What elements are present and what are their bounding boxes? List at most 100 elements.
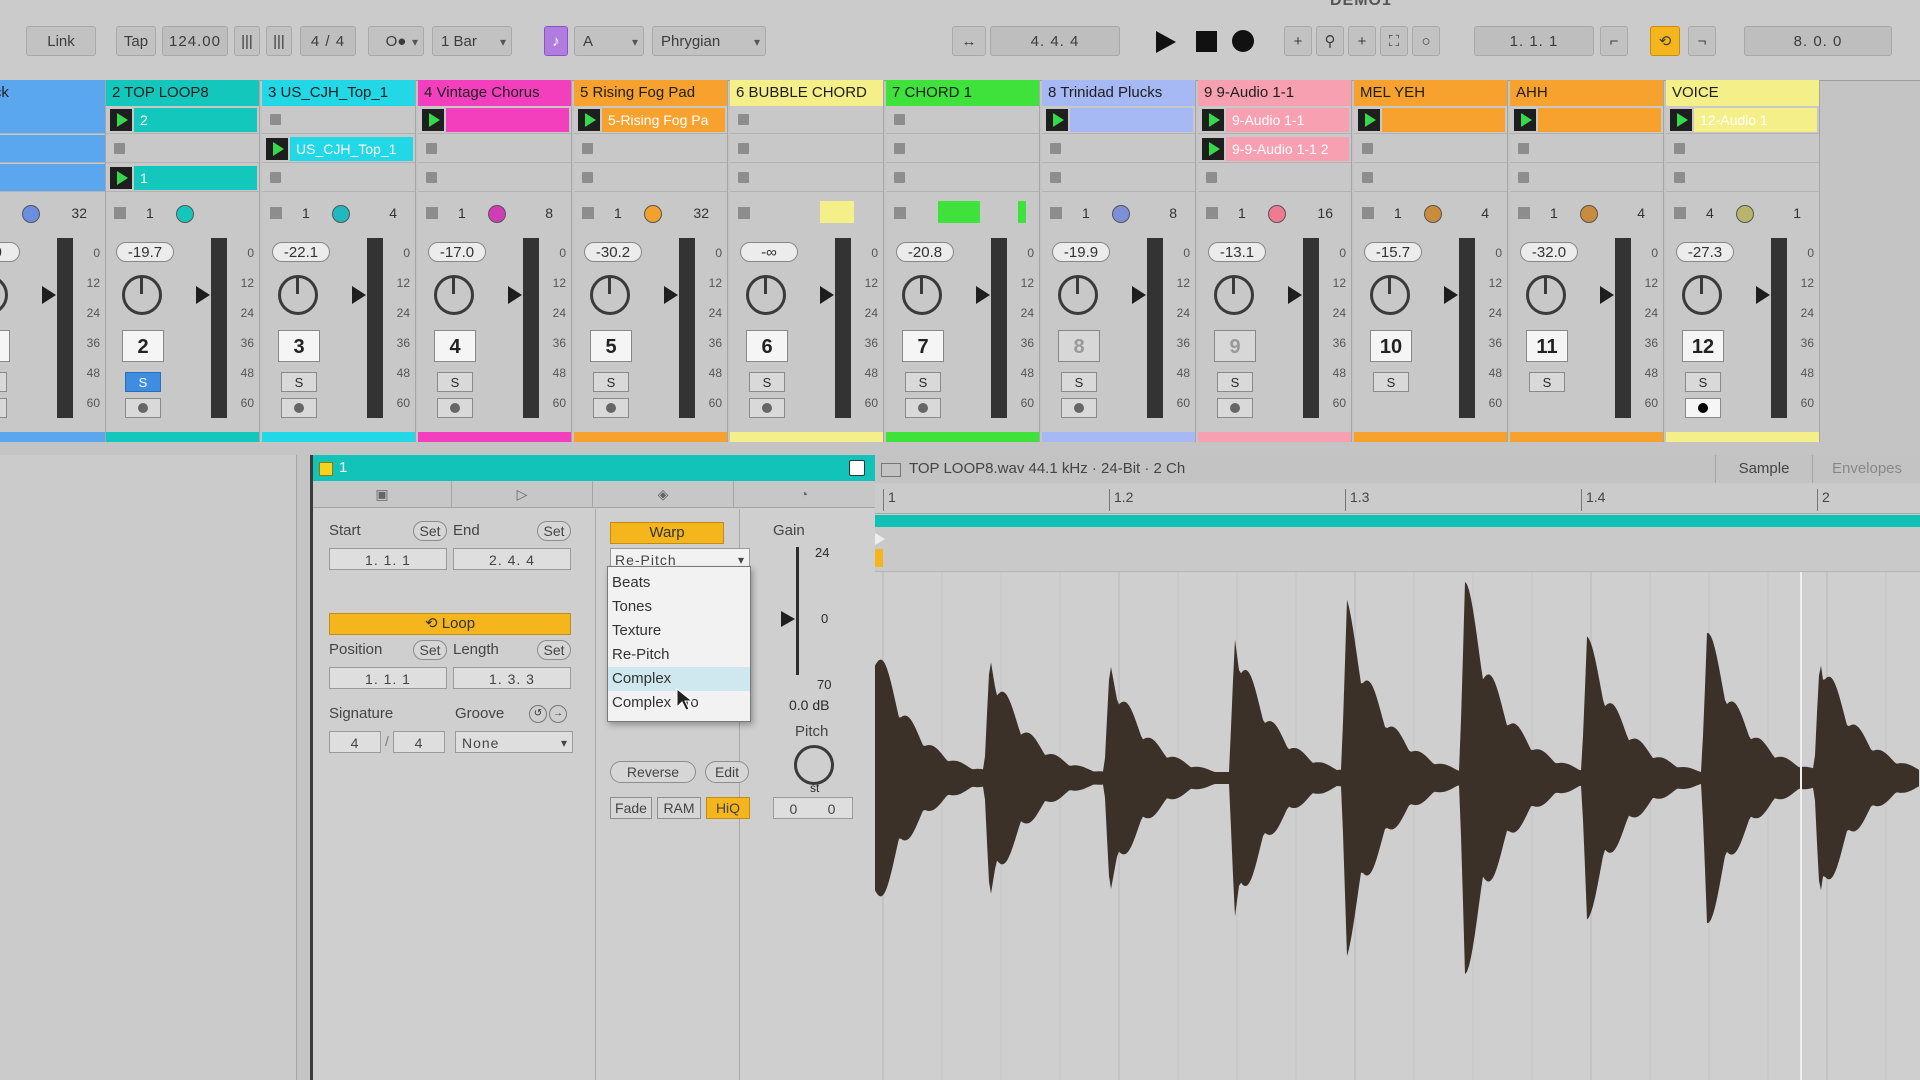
arm-button[interactable] — [125, 398, 161, 418]
clip-slot[interactable]: 2 — [106, 106, 259, 134]
groove-hotswap-icon[interactable]: ↺ — [529, 705, 547, 723]
clip-slot[interactable] — [730, 164, 883, 192]
clip-stop-icon[interactable] — [1674, 172, 1685, 183]
stop-clips-icon[interactable] — [582, 207, 594, 219]
io-value[interactable]: 4 — [1637, 197, 1645, 229]
clip-stop-icon[interactable] — [1518, 172, 1529, 183]
punch-out-icon[interactable]: ¬ — [1688, 26, 1716, 56]
clip-slot[interactable] — [418, 106, 571, 134]
solo-button[interactable]: S — [1373, 372, 1409, 392]
solo-button[interactable]: S — [281, 372, 317, 392]
clip-slot[interactable] — [1510, 164, 1663, 192]
track-title[interactable]: 4 Vintage Chorus — [418, 80, 571, 106]
clip-name[interactable] — [1538, 108, 1661, 132]
io-value[interactable]: 32 — [693, 197, 709, 229]
track-title[interactable]: 3 US_CJH_Top_1 — [262, 80, 415, 106]
fader-handle[interactable] — [196, 286, 210, 304]
clip-stop-icon[interactable] — [1050, 143, 1061, 154]
scale-select[interactable]: Phrygian — [652, 26, 766, 56]
monitor-icon[interactable] — [1112, 205, 1130, 223]
position-field[interactable]: 1. 1. 1 — [329, 667, 447, 689]
fader-handle[interactable] — [508, 286, 522, 304]
arm-button[interactable] — [437, 398, 473, 418]
volume-readout[interactable]: -22.1 — [272, 242, 330, 262]
io-value[interactable]: 1 — [1793, 197, 1801, 229]
clip-slot[interactable] — [0, 135, 105, 163]
tab-envelopes[interactable]: Envelopes — [1812, 455, 1920, 483]
volume-readout[interactable]: -15.7 — [1364, 242, 1422, 262]
fader-handle[interactable] — [1756, 286, 1770, 304]
monitor-icon[interactable] — [332, 205, 350, 223]
clip-slot[interactable] — [262, 164, 415, 192]
solo-button[interactable]: S — [125, 372, 161, 392]
clip-slot[interactable] — [418, 164, 571, 192]
loop-start-field[interactable]: 1. 1. 1 — [1474, 26, 1594, 56]
clip-slot[interactable] — [0, 106, 105, 134]
track-title[interactable]: 8 Trinidad Plucks — [1042, 80, 1195, 106]
start-marker-icon[interactable] — [875, 533, 885, 545]
clip-slot[interactable] — [1198, 164, 1351, 192]
track-activator[interactable]: 8 — [1058, 330, 1100, 362]
clip-stop-icon[interactable] — [582, 172, 593, 183]
edit-button[interactable]: Edit — [705, 761, 749, 783]
io-value[interactable]: 1 — [1238, 197, 1246, 229]
clip-stop-icon[interactable] — [426, 172, 437, 183]
io-value[interactable]: 4 — [1481, 197, 1489, 229]
reverse-button[interactable]: Reverse — [610, 761, 696, 783]
clip-activator-icon[interactable] — [319, 462, 333, 476]
clip-slot[interactable] — [1510, 135, 1663, 163]
clip-play-icon[interactable] — [1358, 109, 1380, 131]
pan-knob[interactable] — [590, 275, 630, 315]
start-field[interactable]: 1. 1. 1 — [329, 548, 447, 570]
metronome-icon[interactable]: O● — [368, 26, 424, 56]
end-set-button[interactable]: Set — [537, 521, 571, 541]
volume-readout[interactable]: -27.3 — [1676, 242, 1734, 262]
clip-stop-icon[interactable] — [270, 114, 281, 125]
volume-readout[interactable]: -13.1 — [1208, 242, 1266, 262]
warp-option-tones[interactable]: Tones — [608, 595, 750, 619]
io-value[interactable]: 1 — [302, 197, 310, 229]
key-select[interactable]: A — [574, 26, 644, 56]
fader-handle[interactable] — [1288, 286, 1302, 304]
clip-play-icon[interactable] — [1046, 109, 1068, 131]
track-title[interactable]: m Rack — [0, 80, 105, 106]
track-activator[interactable]: 4 — [434, 330, 476, 362]
track-activator[interactable]: 7 — [902, 330, 944, 362]
clip-slot[interactable] — [730, 135, 883, 163]
monitor-icon[interactable] — [488, 205, 506, 223]
stop-clips-icon[interactable] — [1050, 207, 1062, 219]
io-value[interactable]: 4 — [389, 197, 397, 229]
stop-clips-icon[interactable] — [426, 207, 438, 219]
gain-fader-handle[interactable] — [781, 611, 795, 627]
clip-slot[interactable] — [418, 135, 571, 163]
monitor-icon[interactable] — [1268, 205, 1286, 223]
clip-slot[interactable]: 5-Rising Fog Pa — [574, 106, 727, 134]
clip-stop-icon[interactable] — [894, 143, 905, 154]
stop-clips-icon[interactable] — [114, 207, 126, 219]
hiq-button[interactable]: HiQ — [706, 797, 750, 819]
clip-slot[interactable] — [1666, 135, 1819, 163]
track-activator[interactable]: 11 — [1526, 330, 1568, 362]
monitor-icon[interactable] — [1424, 205, 1442, 223]
arm-button[interactable] — [749, 398, 785, 418]
clip-play-icon[interactable] — [1670, 109, 1692, 131]
clip-slot[interactable] — [1354, 164, 1507, 192]
pan-knob[interactable] — [902, 275, 942, 315]
clip-slot[interactable] — [262, 106, 415, 134]
position-set-button[interactable]: Set — [413, 640, 447, 660]
pan-knob[interactable] — [1058, 275, 1098, 315]
clip-name[interactable]: 9-9-Audio 1-1 2 — [1226, 137, 1349, 161]
fader-handle[interactable] — [1132, 286, 1146, 304]
clip-name[interactable]: 2 — [134, 108, 257, 132]
clip-stop-icon[interactable] — [1518, 143, 1529, 154]
gain-fader[interactable] — [796, 547, 799, 675]
pan-knob[interactable] — [1214, 275, 1254, 315]
tab-envelope-icon[interactable]: ◔ — [734, 481, 874, 507]
clip-stop-icon[interactable] — [738, 143, 749, 154]
clip-slot[interactable]: US_CJH_Top_1 — [262, 135, 415, 163]
gain-value[interactable]: 0.0 dB — [789, 697, 829, 713]
stop-clips-icon[interactable] — [1674, 207, 1686, 219]
loop-button[interactable]: ⟲ Loop — [329, 613, 571, 635]
capture-icon[interactable]: ⛶ — [1380, 26, 1408, 56]
clip-slot[interactable] — [1666, 164, 1819, 192]
